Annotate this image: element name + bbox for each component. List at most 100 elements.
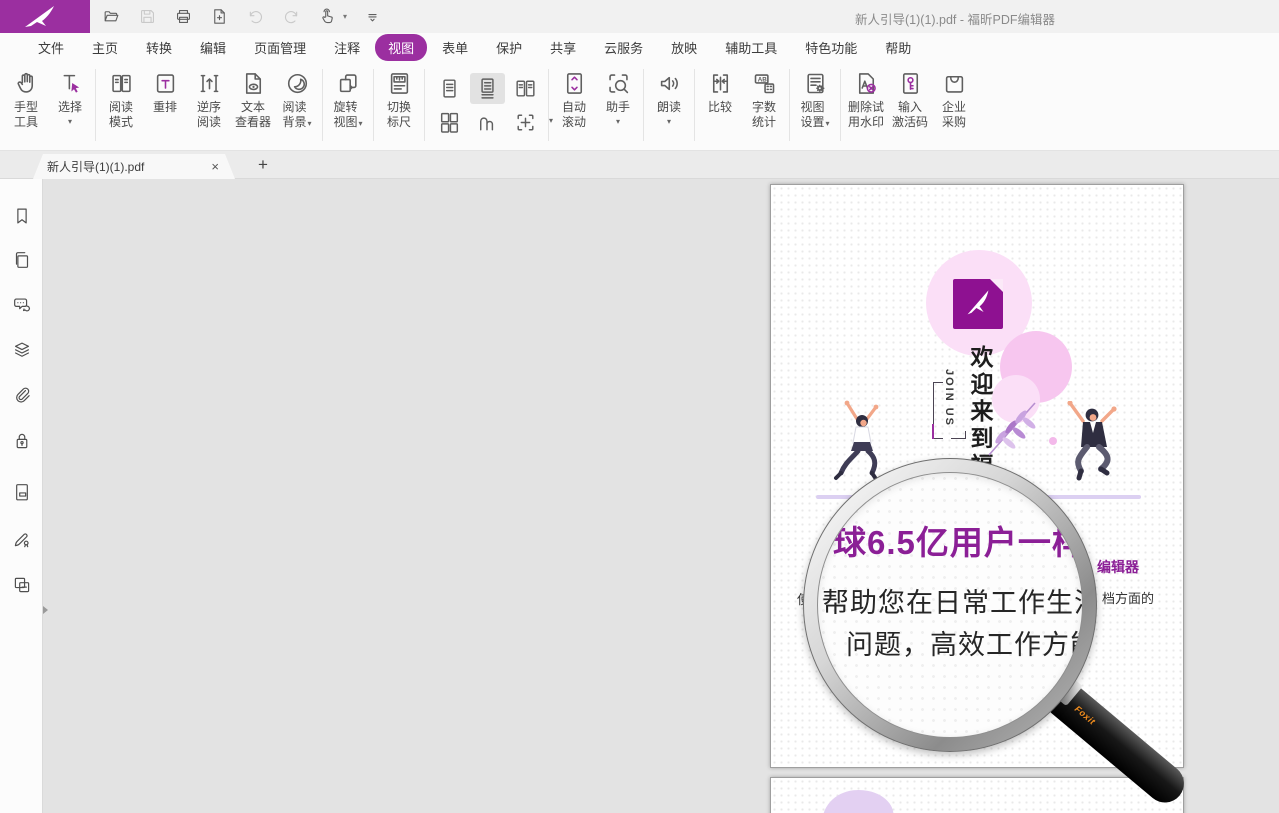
text-viewer-button[interactable]: 文本 查看器 bbox=[231, 67, 275, 133]
enter-activation-code-label: 输入 激活码 bbox=[892, 100, 928, 130]
bracket-decoration-left bbox=[933, 382, 943, 439]
menu-cloud[interactable]: 云服务 bbox=[591, 34, 656, 61]
quick-access-toolbar: ▾ bbox=[100, 0, 383, 33]
embedded-index-icon[interactable] bbox=[9, 479, 34, 504]
text-viewer-label: 文本 查看器 bbox=[235, 100, 271, 130]
view-settings-caret-icon[interactable] bbox=[826, 116, 830, 130]
security-icon[interactable] bbox=[9, 428, 34, 453]
menu-accessibility[interactable]: 辅助工具 bbox=[712, 34, 790, 61]
reflow-button[interactable]: 重排 bbox=[143, 67, 187, 118]
auto-scroll-button[interactable]: 自动 滚动 bbox=[552, 67, 596, 133]
toggle-ruler-button[interactable]: 切换 标尺 bbox=[377, 67, 421, 133]
redo-icon[interactable] bbox=[280, 6, 302, 28]
compare-button[interactable]: 比较 bbox=[698, 67, 742, 118]
view-settings-label: 视图 设置 bbox=[801, 100, 825, 130]
comments-icon[interactable] bbox=[9, 292, 34, 317]
reverse-read-button[interactable]: 逆序 阅读 bbox=[187, 67, 231, 133]
assistant-caret-icon[interactable] bbox=[616, 116, 620, 126]
ribbon-separator bbox=[789, 69, 790, 141]
read-aloud-icon bbox=[656, 70, 683, 97]
save-icon[interactable] bbox=[136, 6, 158, 28]
menu-presentation[interactable]: 放映 bbox=[658, 34, 710, 61]
rotate-view-button[interactable]: 旋转 视图 bbox=[326, 67, 370, 133]
pdf-page-2 bbox=[770, 777, 1184, 813]
magnifier-brand-text: Foxit bbox=[1073, 704, 1098, 727]
menu-file[interactable]: 文件 bbox=[25, 34, 77, 61]
select-dropdown-caret-icon[interactable] bbox=[68, 116, 72, 126]
split-view-caret-icon[interactable] bbox=[549, 110, 553, 128]
rotate-view-caret-icon[interactable] bbox=[359, 116, 363, 130]
panel-expand-handle[interactable] bbox=[43, 602, 52, 618]
menu-comment[interactable]: 注释 bbox=[321, 34, 373, 61]
jumping-man-illustration bbox=[1057, 401, 1125, 501]
single-page-view-button[interactable] bbox=[432, 73, 467, 104]
menu-protect[interactable]: 保护 bbox=[483, 34, 535, 61]
page-layout-group bbox=[432, 73, 543, 138]
ribbon-separator bbox=[95, 69, 96, 141]
select-text-icon bbox=[57, 70, 84, 97]
reverse-read-label: 逆序 阅读 bbox=[197, 100, 221, 130]
magnified-title-text: 球6.5亿用户一样信 bbox=[833, 516, 1083, 564]
ribbon-separator bbox=[373, 69, 374, 141]
word-count-label: 字数 统计 bbox=[752, 100, 776, 130]
facing-view-icon bbox=[513, 76, 538, 101]
print-icon[interactable] bbox=[172, 6, 194, 28]
book-fold-view-button[interactable] bbox=[470, 107, 505, 138]
assistant-button[interactable]: 助手 bbox=[596, 67, 640, 129]
split-view-button[interactable] bbox=[508, 107, 543, 138]
view-settings-button[interactable]: 视图 设置 bbox=[793, 67, 837, 133]
remove-trial-watermark-button[interactable]: 删除试 用水印 bbox=[844, 67, 888, 133]
ribbon-separator bbox=[322, 69, 323, 141]
menu-features[interactable]: 特色功能 bbox=[792, 34, 870, 61]
read-aloud-button[interactable]: 朗读 bbox=[647, 67, 691, 129]
auto-scroll-label: 自动 滚动 bbox=[562, 100, 586, 130]
bookmarks-icon[interactable] bbox=[9, 203, 34, 228]
read-background-button[interactable]: 阅读 背景 bbox=[275, 67, 319, 133]
linked-documents-icon[interactable] bbox=[9, 572, 34, 597]
touch-mode-caret-icon[interactable]: ▾ bbox=[343, 12, 347, 21]
tab-close-icon[interactable]: × bbox=[209, 161, 221, 173]
read-mode-button[interactable]: 阅读 模式 bbox=[99, 67, 143, 133]
read-background-label: 阅读 背景 bbox=[283, 100, 307, 130]
new-document-icon[interactable] bbox=[208, 6, 230, 28]
text-viewer-icon bbox=[240, 70, 267, 97]
menu-edit[interactable]: 编辑 bbox=[187, 34, 239, 61]
foxit-pdf-editor-window: ▾ 新人引导(1)(1).pdf - 福昕PDF编辑器 文件 主页 转换 编辑 … bbox=[0, 0, 1279, 813]
page-thumbnails-icon[interactable] bbox=[9, 247, 34, 272]
hand-tool-button[interactable]: 手型 工具 bbox=[4, 67, 48, 133]
read-aloud-label: 朗读 bbox=[657, 100, 681, 115]
continuous-view-button[interactable] bbox=[470, 73, 505, 104]
select-tool-button[interactable]: 选择 bbox=[48, 67, 92, 129]
undo-icon[interactable] bbox=[244, 6, 266, 28]
auto-scroll-icon bbox=[561, 70, 588, 97]
layers-icon[interactable] bbox=[9, 337, 34, 362]
menu-view[interactable]: 视图 bbox=[375, 34, 427, 61]
menu-help[interactable]: 帮助 bbox=[872, 34, 924, 61]
enter-activation-code-button[interactable]: 输入 激活码 bbox=[888, 67, 932, 133]
word-count-button[interactable]: AB 字数 统计 bbox=[742, 67, 786, 133]
menu-share[interactable]: 共享 bbox=[537, 34, 589, 61]
leaves-decoration bbox=[983, 397, 1041, 459]
menu-form[interactable]: 表单 bbox=[429, 34, 481, 61]
touch-mode-icon[interactable] bbox=[316, 6, 338, 28]
digital-signatures-icon[interactable] bbox=[9, 526, 34, 551]
new-tab-button[interactable]: + bbox=[252, 153, 274, 177]
read-background-caret-icon[interactable] bbox=[308, 116, 312, 130]
document-tab[interactable]: 新人引导(1)(1).pdf × bbox=[33, 154, 235, 179]
book-fold-view-icon bbox=[475, 110, 500, 135]
menu-bar: 文件 主页 转换 编辑 页面管理 注释 视图 表单 保护 共享 云服务 放映 辅… bbox=[0, 33, 1279, 62]
remove-trial-watermark-label: 删除试 用水印 bbox=[848, 100, 884, 130]
enterprise-purchase-button[interactable]: 企业 采购 bbox=[932, 67, 976, 133]
menu-page-management[interactable]: 页面管理 bbox=[241, 34, 319, 61]
attachments-icon[interactable] bbox=[9, 382, 34, 407]
customize-toolbar-icon[interactable] bbox=[361, 6, 383, 28]
open-folder-icon[interactable] bbox=[100, 6, 122, 28]
read-aloud-caret-icon[interactable] bbox=[667, 116, 671, 126]
facing-view-button[interactable] bbox=[508, 73, 543, 104]
facing-continuous-view-icon bbox=[437, 110, 462, 135]
menu-home[interactable]: 主页 bbox=[79, 34, 131, 61]
facing-continuous-view-button[interactable] bbox=[432, 107, 467, 138]
bracket-decoration-right bbox=[951, 431, 966, 439]
menu-convert[interactable]: 转换 bbox=[133, 34, 185, 61]
page-text-right-fragment: 档方面的 bbox=[1102, 588, 1154, 607]
